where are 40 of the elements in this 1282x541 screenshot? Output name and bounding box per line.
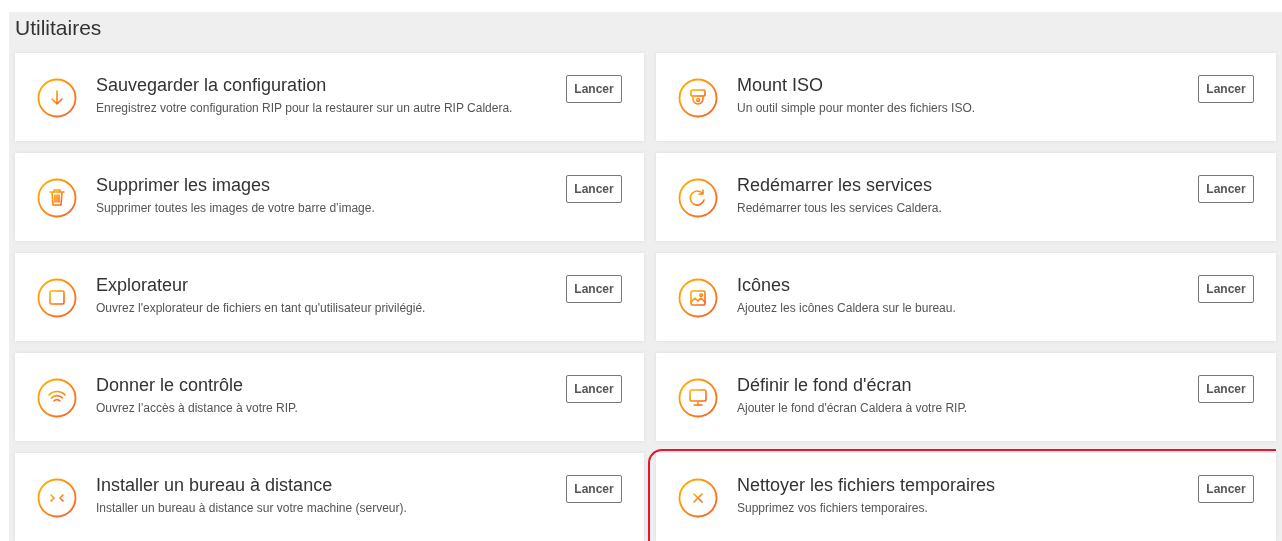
- tool-description: Enregistrez votre configuration RIP pour la restaurer sur un autre RIP Caldera.: [96, 101, 514, 115]
- monitor-icon: [678, 378, 718, 418]
- tool-description: Supprimer toutes les images de votre barre d’image.: [96, 201, 376, 215]
- tool-title: Définir le fond d'écran: [737, 374, 913, 397]
- tool-title: Donner le contrôle: [96, 374, 245, 397]
- launch-button[interactable]: Lancer: [1198, 175, 1254, 203]
- image-icon: [678, 278, 718, 318]
- section-title: Utilitaires: [15, 15, 103, 41]
- tool-description: Ajouter le fond d'écran Caldera à votre RIP.: [737, 401, 969, 415]
- launch-button[interactable]: Lancer: [566, 275, 622, 303]
- arrows-icon: [37, 478, 77, 518]
- tool-description: Ouvrez l'explorateur de fichiers en tant qu'utilisateur privilégié.: [96, 301, 427, 315]
- disc-drive-icon: [678, 78, 718, 118]
- tool-description: Supprimez vos fichiers temporaires.: [737, 501, 929, 515]
- tool-title: Nettoyer les fichiers temporaires: [737, 474, 997, 497]
- launch-button[interactable]: Lancer: [1198, 75, 1254, 103]
- tool-title: Installer un bureau à distance: [96, 474, 334, 497]
- tool-title: Redémarrer les services: [737, 174, 934, 197]
- tool-description: Un outil simple pour monter des fichiers ISO.: [737, 101, 977, 115]
- tool-title: Explorateur: [96, 274, 190, 297]
- launch-button[interactable]: Lancer: [566, 475, 622, 503]
- launch-button[interactable]: Lancer: [566, 175, 622, 203]
- wifi-icon: [37, 378, 77, 418]
- tool-description: Redémarrer tous les services Caldera.: [737, 201, 943, 215]
- tool-title: Sauvegarder la configuration: [96, 74, 328, 97]
- launch-button[interactable]: Lancer: [1198, 475, 1254, 503]
- trash-icon: [37, 178, 77, 218]
- tool-description: Ajoutez les icônes Caldera sur le bureau.: [737, 301, 957, 315]
- tool-description: Ouvrez l’accès à distance à votre RIP.: [96, 401, 299, 415]
- download-icon: [37, 78, 77, 118]
- refresh-icon: [678, 178, 718, 218]
- tool-title: Icônes: [737, 274, 792, 297]
- launch-button[interactable]: Lancer: [1198, 375, 1254, 403]
- tool-description: Installer un bureau à distance sur votre machine (serveur).: [96, 501, 408, 515]
- launch-button[interactable]: Lancer: [1198, 275, 1254, 303]
- close-icon: [678, 478, 718, 518]
- launch-button[interactable]: Lancer: [566, 75, 622, 103]
- tool-title: Mount ISO: [737, 74, 825, 97]
- launch-button[interactable]: Lancer: [566, 375, 622, 403]
- tool-title: Supprimer les images: [96, 174, 272, 197]
